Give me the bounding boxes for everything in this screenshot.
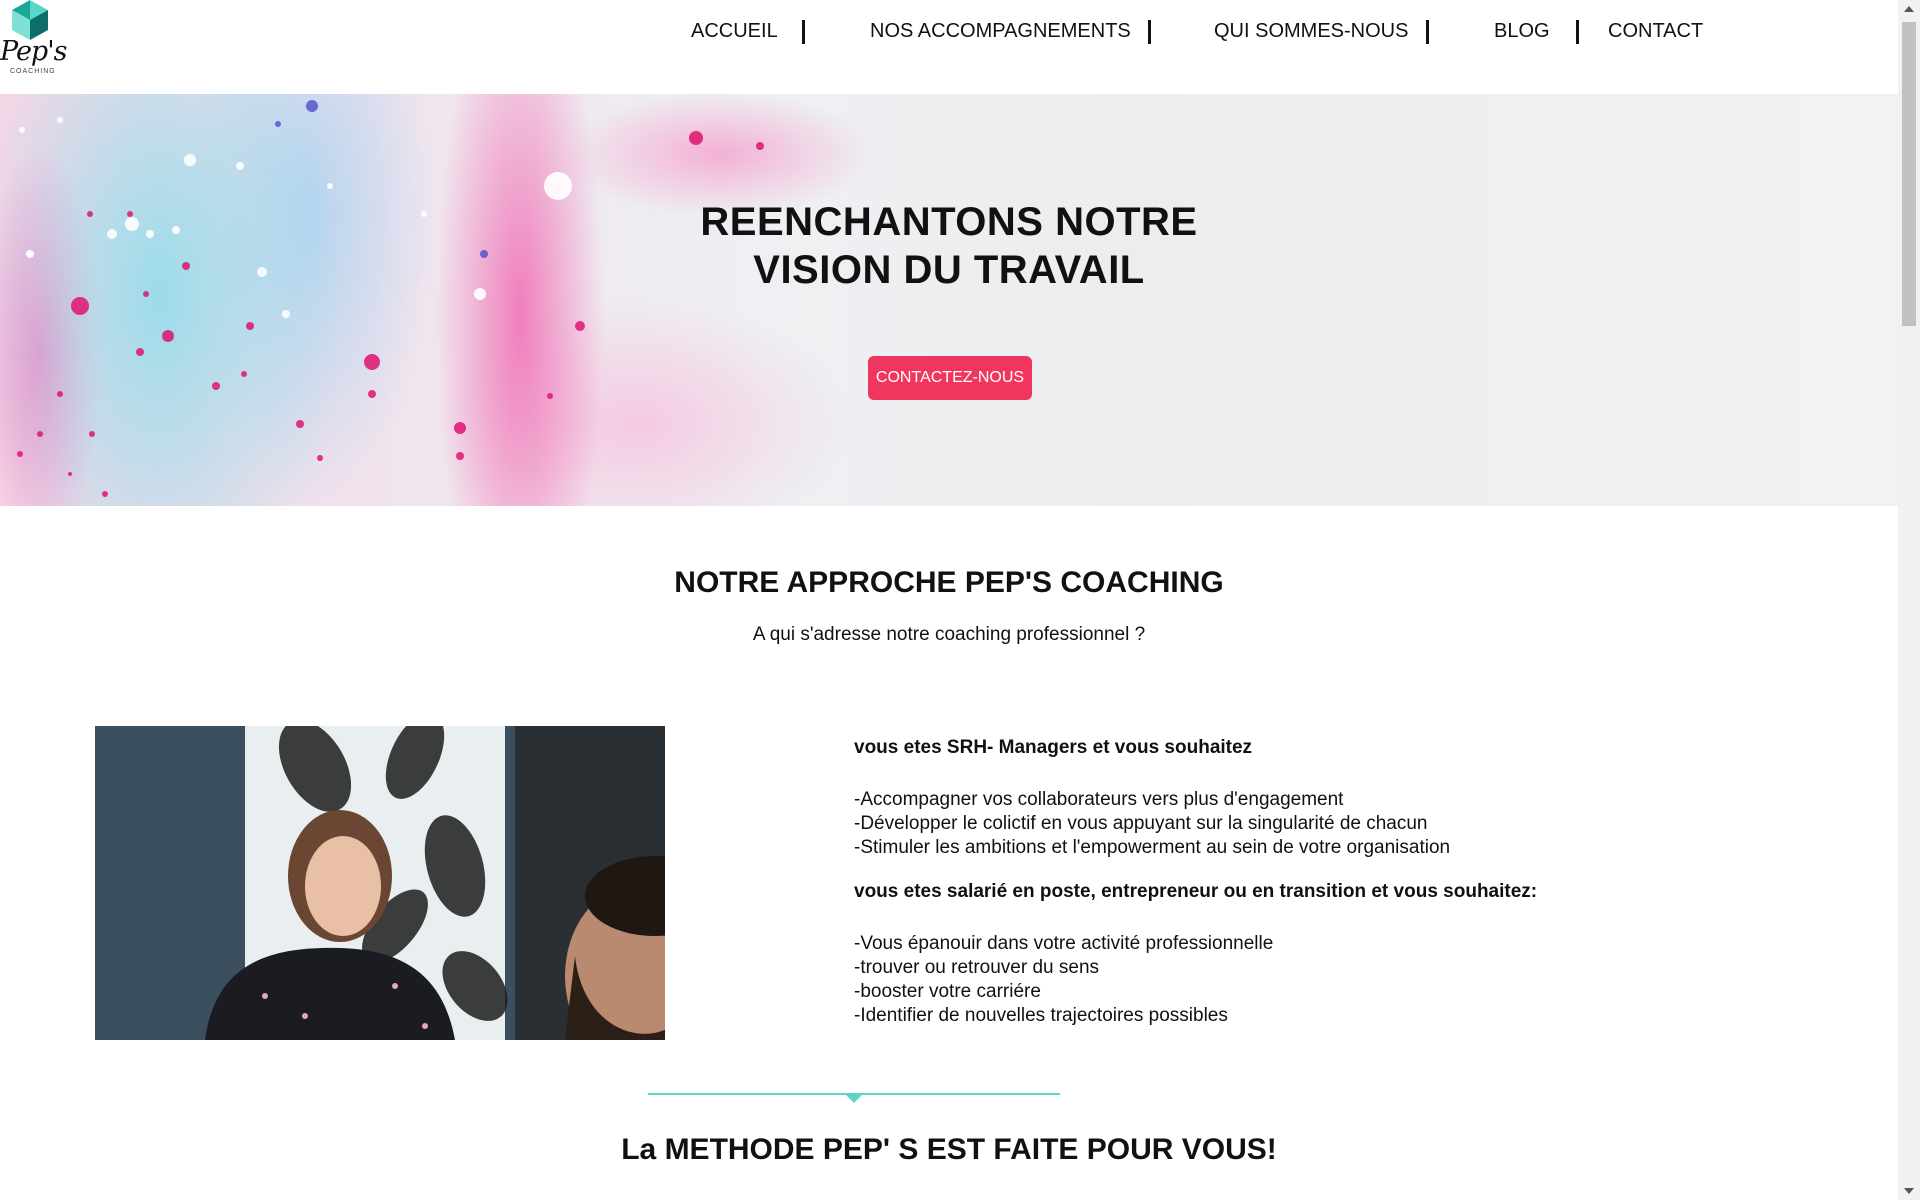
scroll-up-arrow-icon[interactable] — [1904, 6, 1914, 12]
nav-separator — [802, 20, 805, 44]
list-item: -Identifier de nouvelles trajectoires po… — [854, 1005, 1228, 1026]
list-item: -Accompagner vos collaborateurs vers plu… — [854, 789, 1344, 810]
audience-heading-managers: vous etes SRH- Managers et vous souhaite… — [854, 737, 1253, 758]
hero-title: REENCHANTONS NOTRE VISION DU TRAVAIL — [0, 198, 1898, 294]
scroll-down-arrow-icon[interactable] — [1904, 1188, 1914, 1194]
list-item: -trouver ou retrouver du sens — [854, 957, 1100, 978]
logo-subtitle: COACHING — [10, 68, 56, 75]
nav-item-accompagnements[interactable]: NOS ACCOMPAGNEMENTS — [870, 18, 1131, 44]
nav-item-accueil[interactable]: ACCUEIL — [691, 18, 778, 44]
hero-title-line-1: REENCHANTONS NOTRE — [700, 200, 1198, 244]
audience-text: vous etes SRH- Managers et vous souhaite… — [854, 736, 1674, 1028]
scrollbar-thumb[interactable] — [1902, 22, 1916, 326]
page-scrollbar[interactable] — [1898, 0, 1920, 1200]
nav-separator — [1148, 20, 1151, 44]
logo-name: Pep's — [0, 36, 67, 67]
list-item: -Développer le colictif en vous appuyant… — [854, 813, 1428, 834]
nav-item-qui-sommes-nous[interactable]: QUI SOMMES-NOUS — [1214, 18, 1408, 44]
hero-banner: REENCHANTONS NOTRE VISION DU TRAVAIL CON… — [0, 94, 1898, 506]
hero-background-art — [17, 100, 764, 497]
audience-heading-salaries: vous etes salarié en poste, entrepreneur… — [854, 881, 1538, 902]
list-item: -booster votre carriére — [854, 981, 1041, 1002]
nav-separator — [1426, 20, 1429, 44]
list-item: -Vous épanouir dans votre activité profe… — [854, 933, 1274, 954]
site-logo[interactable]: Pep's COACHING — [0, 0, 67, 80]
site-header: Pep's COACHING ACCUEIL NOS ACCOMPAGNEMEN… — [0, 0, 1898, 94]
coaching-photo-art — [95, 726, 665, 1040]
hero-title-line-2: VISION DU TRAVAIL — [753, 248, 1145, 292]
methode-title: La METHODE PEP' S EST FAITE POUR VOUS! — [621, 1133, 1277, 1166]
approach-subtitle: A qui s'adresse notre coaching professio… — [752, 624, 1146, 645]
nav-separator — [1576, 20, 1579, 44]
divider-arrow-icon — [846, 1095, 862, 1103]
contact-cta-button[interactable]: CONTACTEZ-NOUS — [868, 356, 1032, 400]
nav-item-contact[interactable]: CONTACT — [1608, 18, 1703, 44]
coaching-photo — [95, 726, 665, 1040]
approach-title: NOTRE APPROCHE PEP'S COACHING — [674, 566, 1224, 599]
nav-item-blog[interactable]: BLOG — [1494, 18, 1550, 44]
list-item: -Stimuler les ambitions et l'empowerment… — [854, 837, 1451, 858]
